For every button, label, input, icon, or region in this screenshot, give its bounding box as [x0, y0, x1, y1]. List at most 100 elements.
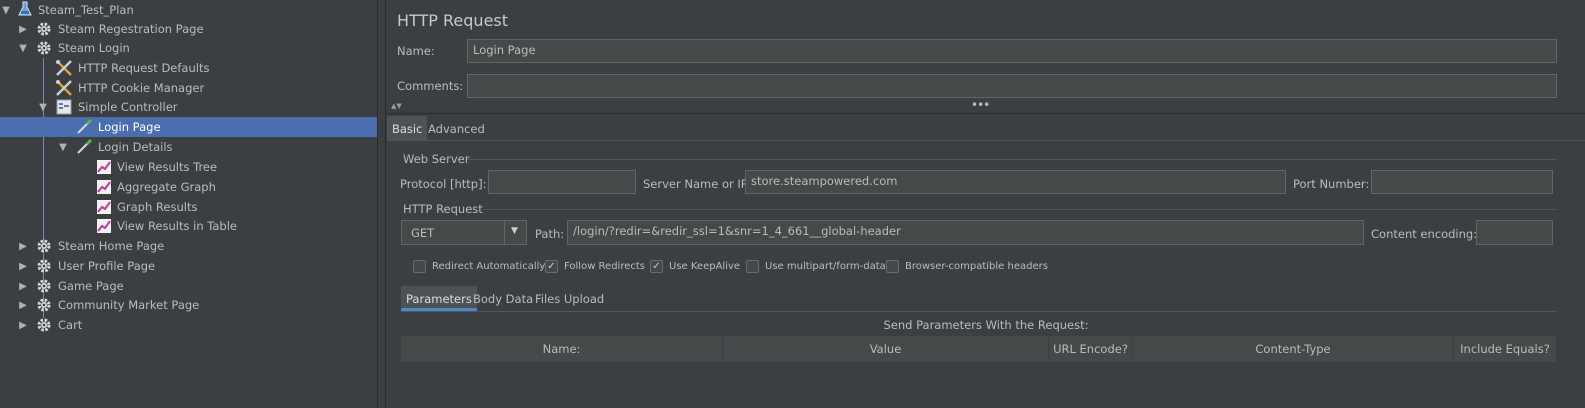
column-header-content-type[interactable]: Content-Type: [1133, 336, 1454, 362]
tree-item-label: Login Page: [98, 120, 161, 134]
tree-item-view-results-tree[interactable]: View Results Tree: [0, 157, 377, 177]
chevron-right-icon[interactable]: ▶: [18, 261, 28, 272]
tree-item-label: Steam Login: [58, 41, 130, 55]
tree-item-label: Game Page: [58, 279, 124, 293]
tab-files-upload[interactable]: Files Upload: [530, 286, 609, 310]
collapse-arrows-icon[interactable]: ▲▼: [391, 102, 402, 110]
content-encoding-field[interactable]: [1476, 220, 1553, 245]
chevron-down-icon[interactable]: ▼: [58, 142, 68, 153]
controller-icon: [55, 98, 73, 116]
gear-icon: [35, 257, 53, 275]
tree-item-label: HTTP Cookie Manager: [78, 81, 205, 95]
chevron-down-icon[interactable]: ▼: [18, 43, 28, 54]
port-number-field[interactable]: [1371, 170, 1553, 194]
gear-icon: [35, 237, 53, 255]
follow-redirects-checkbox[interactable]: ✓: [545, 260, 558, 273]
port-number-label: Port Number:: [1293, 177, 1370, 191]
method-select[interactable]: GET ▼: [401, 220, 527, 245]
browser-compatible-headers-checkbox[interactable]: [886, 260, 899, 273]
name-label: Name:: [397, 44, 435, 58]
tree-item-steam-home-page[interactable]: ▶ Steam Home Page: [0, 236, 377, 256]
gear-icon: [35, 39, 53, 57]
path-field[interactable]: /login/?redir=&redir_ssl=1&snr=1_4_661__…: [567, 220, 1364, 245]
tree-item-simple-controller[interactable]: ▼ Simple Controller: [0, 97, 377, 117]
name-field[interactable]: Login Page: [467, 39, 1557, 63]
test-plan-tree[interactable]: ▼ Steam_Test_Plan ▶ Steam Regestration P…: [0, 0, 378, 408]
http-request-divider: [484, 209, 1557, 210]
tab-advanced[interactable]: Advanced: [423, 116, 490, 140]
tree-item-label: View Results in Table: [117, 219, 238, 233]
web-server-section-title: Web Server: [403, 152, 470, 166]
column-header-name[interactable]: Name:: [401, 336, 723, 362]
gear-icon: [35, 277, 53, 295]
chevron-right-icon[interactable]: ▶: [18, 281, 28, 292]
tree-item-label: User Profile Page: [58, 259, 156, 273]
tools-icon: [55, 79, 73, 97]
server-name-label: Server Name or IP:: [643, 177, 752, 191]
chevron-down-icon[interactable]: ▼: [1, 5, 11, 16]
tree-item-steam-test-plan[interactable]: ▼ Steam_Test_Plan: [0, 0, 377, 20]
tree-item-user-profile-page[interactable]: ▶ User Profile Page: [0, 256, 377, 276]
graph-icon: [95, 217, 113, 235]
use-keepalive-label: Use KeepAlive: [669, 261, 741, 272]
comments-label: Comments:: [397, 79, 464, 93]
tree-item-label: Steam Home Page: [58, 239, 165, 253]
subtab-underline: [401, 311, 1557, 312]
flask-icon: [16, 0, 34, 18]
tree-item-label: Cart: [58, 318, 83, 332]
tree-item-label: Steam_Test_Plan: [38, 3, 134, 17]
graph-icon: [95, 198, 113, 216]
grip-dots-icon: •••: [971, 98, 990, 112]
tree-item-aggregate-graph[interactable]: Aggregate Graph: [0, 177, 377, 197]
comments-splitter[interactable]: ▲▼ •••: [387, 98, 1585, 114]
path-label: Path:: [535, 227, 565, 241]
tree-item-login-page[interactable]: Login Page: [0, 117, 377, 137]
tree-item-label: Aggregate Graph: [117, 180, 216, 194]
tree-item-label: Community Market Page: [58, 298, 200, 312]
column-header-value[interactable]: Value: [723, 336, 1049, 362]
graph-icon: [95, 158, 113, 176]
protocol-field[interactable]: [488, 170, 636, 194]
page-title: HTTP Request: [397, 11, 509, 30]
method-value: GET: [411, 226, 435, 240]
use-multipart-checkbox[interactable]: [746, 260, 759, 273]
tree-item-community-market-page[interactable]: ▶ Community Market Page: [0, 295, 377, 315]
server-name-field[interactable]: store.steampowered.com: [745, 170, 1286, 194]
gear-icon: [35, 20, 53, 38]
tree-item-game-page[interactable]: ▶ Game Page: [0, 276, 377, 296]
tree-item-view-results-in-table[interactable]: View Results in Table: [0, 216, 377, 236]
browser-compatible-headers-label: Browser-compatible headers: [905, 261, 1048, 272]
graph-icon: [95, 178, 113, 196]
tree-item-http-cookie-manager[interactable]: HTTP Cookie Manager: [0, 78, 377, 98]
pipette-icon: [75, 118, 93, 136]
column-header-include-equals[interactable]: Include Equals?: [1454, 336, 1557, 362]
protocol-label: Protocol [http]:: [400, 177, 487, 191]
tree-item-login-details[interactable]: ▼ Login Details: [0, 137, 377, 157]
use-keepalive-checkbox[interactable]: ✓: [650, 260, 663, 273]
web-server-divider: [467, 159, 1557, 160]
chevron-right-icon[interactable]: ▶: [18, 24, 28, 35]
chevron-right-icon[interactable]: ▶: [18, 300, 28, 311]
tab-basic[interactable]: Basic: [387, 116, 428, 140]
tree-item-cart[interactable]: ▶ Cart: [0, 315, 377, 335]
tree-item-http-request-defaults[interactable]: HTTP Request Defaults: [0, 58, 377, 78]
http-request-panel: HTTP Request Name: Login Page Comments: …: [387, 0, 1585, 408]
tree-item-steam-login[interactable]: ▼ Steam Login: [0, 38, 377, 58]
tree-item-steam-regestration-page[interactable]: ▶ Steam Regestration Page: [0, 19, 377, 39]
tree-splitter[interactable]: [378, 0, 386, 408]
http-request-section-title: HTTP Request: [403, 202, 483, 216]
tools-icon: [55, 59, 73, 77]
tab-body-data[interactable]: Body Data: [468, 286, 538, 310]
tab-underline: [387, 140, 1585, 141]
comments-field[interactable]: [467, 74, 1557, 98]
parameters-caption: Send Parameters With the Request:: [883, 318, 1089, 332]
chevron-down-icon[interactable]: ▼: [38, 102, 48, 113]
redirect-automatically-checkbox[interactable]: [413, 260, 426, 273]
chevron-right-icon[interactable]: ▶: [18, 320, 28, 331]
tab-parameters[interactable]: Parameters: [401, 286, 477, 311]
tree-item-label: Login Details: [98, 140, 173, 154]
column-header-url-encode[interactable]: URL Encode?: [1049, 336, 1133, 362]
chevron-right-icon[interactable]: ▶: [18, 241, 28, 252]
tree-item-graph-results[interactable]: Graph Results: [0, 197, 377, 217]
chevron-down-icon[interactable]: ▼: [511, 226, 518, 236]
